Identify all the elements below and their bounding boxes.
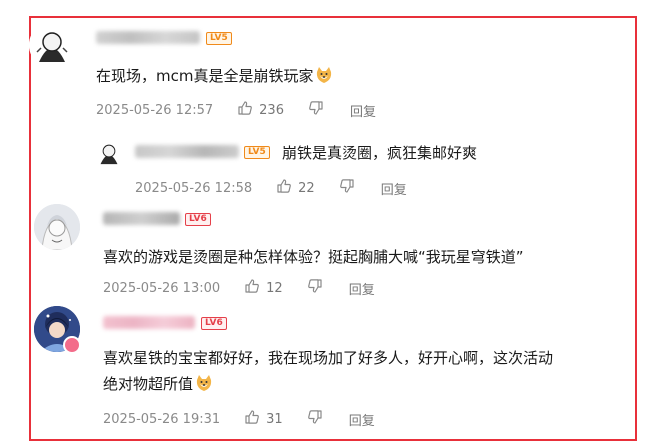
thumbs-down-icon[interactable] <box>308 100 324 120</box>
like-count: 12 <box>266 280 283 296</box>
thumbs-up-icon[interactable] <box>244 409 260 429</box>
comment-meta: 2025-05-26 12:58 22 回复 <box>135 178 407 198</box>
dog-emoji-icon <box>195 374 213 392</box>
username-obscured[interactable] <box>135 145 239 158</box>
thumbs-down-icon[interactable] <box>307 278 323 298</box>
timestamp: 2025-05-26 12:57 <box>96 102 214 118</box>
reply-button[interactable]: 回复 <box>350 101 376 120</box>
avatar[interactable] <box>94 138 124 168</box>
reply-button[interactable]: 回复 <box>381 179 407 198</box>
dog-emoji-icon <box>315 66 333 84</box>
thumbs-down-icon[interactable] <box>339 178 355 198</box>
comment-meta: 2025-05-26 12:57 236 回复 <box>96 100 376 120</box>
reply-button[interactable]: 回复 <box>349 410 375 429</box>
reply-button[interactable]: 回复 <box>349 279 375 298</box>
username-obscured[interactable] <box>103 316 195 329</box>
comment-meta: 2025-05-26 13:00 12 回复 <box>103 278 375 298</box>
timestamp: 2025-05-26 12:58 <box>135 180 253 196</box>
username-obscured[interactable] <box>103 212 180 225</box>
comment-text: 喜欢的游戏是烫圈是种怎样体验？挺起胸脯大喊“我玩星穹铁道” <box>103 248 524 266</box>
timestamp: 2025-05-26 19:31 <box>103 411 221 427</box>
thumbs-up-icon[interactable] <box>237 100 253 120</box>
comment-text: 在现场，mcm真是全是崩铁玩家 <box>96 63 333 89</box>
like-count: 236 <box>259 102 284 118</box>
username-obscured[interactable] <box>96 31 200 44</box>
like-count: 22 <box>298 180 315 196</box>
thumbs-up-icon[interactable] <box>244 278 260 298</box>
comment-text-line2: 绝对物超所值 <box>103 371 213 397</box>
timestamp: 2025-05-26 13:00 <box>103 280 221 296</box>
comment-text-content: 在现场，mcm真是全是崩铁玩家 <box>96 67 314 85</box>
level-badge: LV6 <box>185 213 211 226</box>
level-badge: LV5 <box>244 146 270 159</box>
avatar[interactable] <box>34 204 80 250</box>
thumbs-down-icon[interactable] <box>307 409 323 429</box>
comment-text-line1: 喜欢星铁的宝宝都好好，我在现场加了好多人，好开心啊，这次活动 <box>103 349 554 367</box>
comment-text: 崩铁是真烫圈，疯狂集邮好爽 <box>282 144 478 162</box>
comment-text-content: 绝对物超所值 <box>103 375 194 393</box>
level-badge: LV6 <box>201 317 227 330</box>
thumbs-up-icon[interactable] <box>276 178 292 198</box>
comment-meta: 2025-05-26 19:31 31 回复 <box>103 409 375 429</box>
like-count: 31 <box>266 411 283 427</box>
level-badge: LV5 <box>206 32 232 45</box>
avatar[interactable] <box>29 22 75 68</box>
vip-badge-icon <box>63 336 81 354</box>
